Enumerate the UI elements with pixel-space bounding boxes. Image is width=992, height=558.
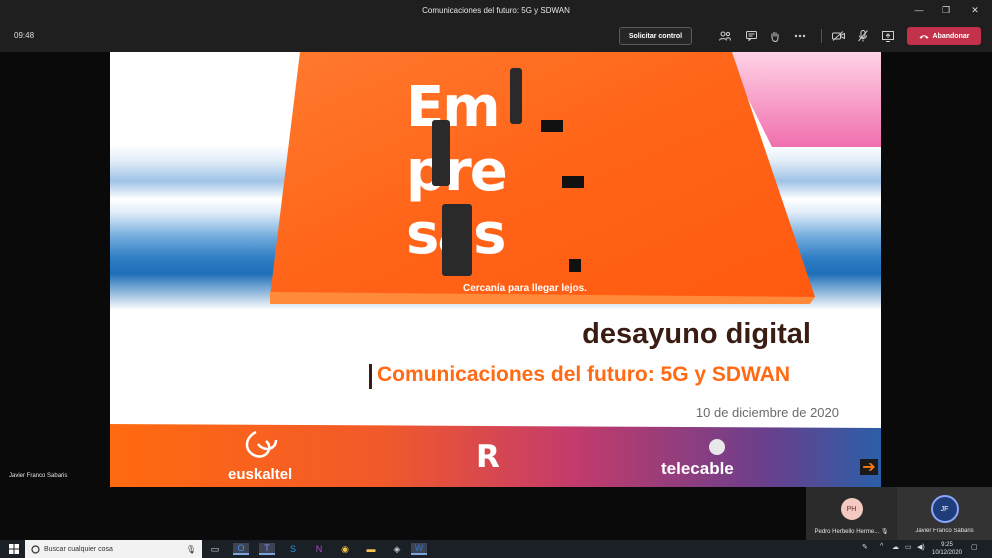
minimize-button[interactable]: — — [906, 2, 932, 18]
participants-icon[interactable] — [717, 28, 733, 44]
headline-dash-2 — [562, 176, 584, 188]
slide-subtitle: Comunicaciones del futuro: 5G y SDWAN — [377, 363, 791, 386]
leave-button[interactable]: Abandonar — [907, 27, 981, 45]
restore-button[interactable]: ❐ — [933, 2, 959, 18]
clock-date: 10/12/2020 — [931, 550, 963, 556]
participant-tile-1[interactable]: PH Pedro Herbello Herme... 🎙︎ — [806, 487, 897, 540]
cortana-icon — [31, 544, 40, 554]
presentation-slide: Em pre sas Cercanía para llegar lejos. d… — [110, 52, 881, 487]
request-control-button[interactable]: Solicitar control — [619, 27, 692, 45]
shared-screen-stage: Em pre sas Cercanía para llegar lejos. d… — [0, 52, 992, 540]
telecable-logo-mark — [709, 439, 725, 455]
mic-off-icon[interactable] — [855, 28, 871, 44]
task-view-icon[interactable]: ▭ — [207, 543, 223, 555]
headline-line-2: pre — [406, 139, 508, 204]
taskbar-clock[interactable]: 9:25 10/12/2020 — [927, 541, 967, 557]
meeting-toolbar: 09:48 Solicitar control Abandonar — [0, 20, 992, 52]
skype-icon[interactable]: S — [285, 543, 301, 555]
word-icon[interactable]: W — [411, 543, 427, 555]
mic-off-small-icon: 🎙︎ — [880, 529, 889, 535]
avatar: JF — [930, 495, 959, 523]
close-button[interactable]: ✕ — [962, 2, 988, 18]
onenote-icon[interactable]: N — [311, 543, 327, 555]
search-placeholder: Buscar cualquier cosa — [44, 545, 113, 553]
volume-icon[interactable]: ◀) — [917, 543, 925, 551]
presenter-name: Javier Franco Sabaris — [9, 473, 68, 479]
outlook-icon[interactable]: O — [233, 543, 249, 555]
chrome-icon[interactable]: ◉ — [337, 543, 353, 555]
taskbar-search-box[interactable]: Buscar cualquier cosa 🎙︎ — [25, 540, 202, 558]
network-icon[interactable]: ▭ — [905, 543, 912, 551]
slide-event-title: desayuno digital — [582, 318, 811, 350]
euskaltel-logo: euskaltel — [228, 466, 293, 483]
subtitle-accent-bar — [369, 364, 372, 389]
headline-period — [569, 259, 581, 272]
more-options-icon[interactable] — [792, 28, 808, 44]
r-logo: R — [476, 439, 500, 475]
person-figure-middle — [432, 120, 450, 186]
participant-tile-2[interactable]: JF Javier Franco Sabaris — [897, 487, 992, 540]
raise-hand-icon[interactable] — [767, 28, 783, 44]
teams-icon[interactable]: T — [259, 543, 275, 555]
microphone-icon[interactable]: 🎙︎ — [186, 545, 196, 554]
windows-taskbar: Buscar cualquier cosa 🎙︎ ▭ O T S N ◉ ▬ ◈… — [0, 540, 992, 558]
show-hidden-icons-icon[interactable]: ^ — [880, 543, 883, 550]
share-screen-icon[interactable] — [880, 28, 896, 44]
slide-tagline: Cercanía para llegar lejos. — [463, 283, 587, 294]
person-figure-top — [510, 68, 522, 124]
meeting-timer: 09:48 — [14, 31, 35, 40]
headline-line-1: Em — [406, 75, 501, 140]
hang-up-icon — [919, 34, 929, 39]
windows-start-icon[interactable] — [8, 543, 20, 555]
window-title: Comunicaciones del futuro: 5G y SDWAN — [422, 6, 570, 15]
file-explorer-icon[interactable]: ▬ — [363, 543, 379, 555]
onedrive-icon[interactable]: ☁ — [892, 543, 899, 551]
person-figure-bottom — [442, 204, 472, 276]
next-slide-arrow-icon[interactable]: ➔ — [860, 459, 878, 476]
toolbar-divider — [821, 29, 822, 43]
participant-name: Pedro Herbello Herme... 🎙︎ — [814, 529, 889, 535]
app-icon[interactable]: ◈ — [389, 543, 405, 555]
telecable-logo: telecable — [661, 459, 734, 478]
orange-hero-shape — [270, 52, 815, 297]
notifications-icon[interactable]: ▢ — [971, 543, 978, 551]
leave-button-label: Abandonar — [932, 32, 970, 40]
participant-name: Javier Franco Sabaris — [915, 528, 974, 534]
pen-icon[interactable]: ✎ — [862, 543, 868, 551]
camera-off-icon[interactable] — [830, 28, 846, 44]
chat-icon[interactable] — [743, 28, 759, 44]
window-title-bar: Comunicaciones del futuro: 5G y SDWAN — … — [0, 0, 992, 20]
slide-date: 10 de diciembre de 2020 — [695, 405, 839, 420]
headline-dash-1 — [541, 120, 563, 132]
clock-time: 9:25 — [941, 542, 953, 548]
avatar: PH — [840, 498, 863, 520]
